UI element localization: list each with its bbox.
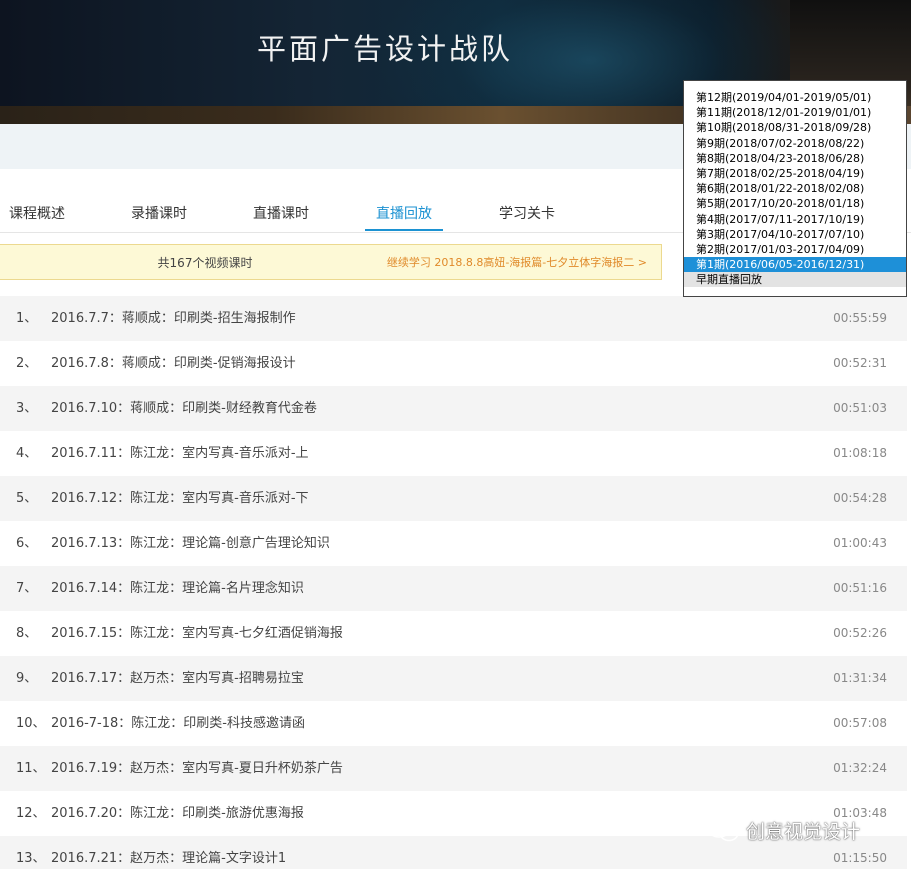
lesson-row[interactable]: 7、 2016.7.14：陈江龙：理论篇-名片理念知识 00:51:16 [0,566,907,611]
lesson-row[interactable]: 2、 2016.7.8：蒋顺成：印刷类-促销海报设计 00:52:31 [0,341,907,386]
wechat-watermark: 创意视觉设计 [706,814,860,846]
lesson-duration: 00:51:03 [833,401,887,415]
lesson-index: 3、 [16,401,38,416]
lesson-index: 1、 [16,311,38,326]
lesson-title[interactable]: 2016.7.15：陈江龙：室内写真-七夕红酒促销海报 [51,611,343,656]
period-select-dropdown[interactable]: 第12期(2019/04/01-2019/05/01) 第11期(2018/12… [683,80,907,297]
period-option[interactable]: 第5期(2017/10/20-2018/01/18) [684,196,906,211]
tab-live-lessons[interactable]: 直播课时 [244,196,318,231]
lesson-duration: 00:51:16 [833,581,887,595]
lesson-index: 6、 [16,536,38,551]
lesson-row[interactable]: 6、 2016.7.13：陈江龙：理论篇-创意广告理论知识 01:00:43 [0,521,907,566]
lesson-index: 2、 [16,356,38,371]
progress-notice: 共167个视频课时 继续学习 2018.8.8高妞-海报篇-七夕立体字海报二 > [0,244,662,280]
lesson-title[interactable]: 2016.7.20：陈江龙：印刷类-旅游优惠海报 [51,791,304,836]
lesson-index: 5、 [16,491,38,506]
lesson-duration: 00:52:26 [833,626,887,640]
period-option[interactable]: 第12期(2019/04/01-2019/05/01) [684,90,906,105]
period-option[interactable]: 第3期(2017/04/10-2017/07/10) [684,227,906,242]
lesson-title[interactable]: 2016.7.10：蒋顺成：印刷类-财经教育代金卷 [51,386,317,431]
period-option[interactable]: 第11期(2018/12/01-2019/01/01) [684,105,906,120]
tab-course-overview[interactable]: 课程概述 [0,196,74,231]
period-option-selected[interactable]: 第1期(2016/06/05-2016/12/31) [684,257,906,273]
period-option[interactable]: 第4期(2017/07/11-2017/10/19) [684,212,906,227]
lesson-duration: 00:54:28 [833,491,887,505]
tab-recorded-lessons[interactable]: 录播课时 [122,196,196,231]
lesson-row[interactable]: 10、 2016-7-18：陈江龙：印刷类-科技感邀请函 00:57:08 [0,701,907,746]
lesson-index: 9、 [16,671,38,686]
lesson-index: 13、 [16,851,46,866]
lesson-title[interactable]: 2016.7.7：蒋顺成：印刷类-招生海报制作 [51,296,296,341]
lesson-duration: 00:57:08 [833,716,887,730]
lesson-duration: 01:32:24 [833,761,887,775]
lesson-title[interactable]: 2016.7.8：蒋顺成：印刷类-促销海报设计 [51,341,296,386]
period-option[interactable]: 第8期(2018/04/23-2018/06/28) [684,151,906,166]
lesson-title[interactable]: 2016.7.13：陈江龙：理论篇-创意广告理论知识 [51,521,330,566]
lesson-row[interactable]: 9、 2016.7.17：赵万杰：室内写真-招聘易拉宝 01:31:34 [0,656,907,701]
lesson-row[interactable]: 5、 2016.7.12：陈江龙：室内写真-音乐派对-下 00:54:28 [0,476,907,521]
lesson-row[interactable]: 4、 2016.7.11：陈江龙：室内写真-音乐派对-上 01:08:18 [0,431,907,476]
lesson-list: 1、 2016.7.7：蒋顺成：印刷类-招生海报制作 00:55:59 2、 2… [0,296,907,869]
lesson-title[interactable]: 2016.7.19：赵万杰：室内写真-夏日升杯奶茶广告 [51,746,343,791]
lesson-index: 4、 [16,446,38,461]
lesson-index: 11、 [16,761,46,776]
lesson-index: 7、 [16,581,38,596]
period-option[interactable]: 第2期(2017/01/03-2017/04/09) [684,242,906,257]
wechat-icon [707,818,739,842]
lesson-title[interactable]: 2016.7.11：陈江龙：室内写真-音乐派对-上 [51,431,309,476]
lesson-title[interactable]: 2016.7.17：赵万杰：室内写真-招聘易拉宝 [51,656,304,701]
lesson-duration: 01:31:34 [833,671,887,685]
tab-live-replay[interactable]: 直播回放 [365,196,443,231]
lesson-row[interactable]: 11、 2016.7.19：赵万杰：室内写真-夏日升杯奶茶广告 01:32:24 [0,746,907,791]
lesson-duration: 00:55:59 [833,311,887,325]
lesson-row[interactable]: 1、 2016.7.7：蒋顺成：印刷类-招生海报制作 00:55:59 [0,296,907,341]
lesson-title[interactable]: 2016-7-18：陈江龙：印刷类-科技感邀请函 [51,701,305,746]
lesson-duration: 01:08:18 [833,446,887,460]
period-option[interactable]: 第9期(2018/07/02-2018/08/22) [684,136,906,151]
course-title: 平面广告设计战队 [256,32,513,66]
lesson-row[interactable]: 3、 2016.7.10：蒋顺成：印刷类-财经教育代金卷 00:51:03 [0,386,907,431]
period-option[interactable]: 第6期(2018/01/22-2018/02/08) [684,181,906,196]
lesson-title[interactable]: 2016.7.14：陈江龙：理论篇-名片理念知识 [51,566,304,611]
lesson-title[interactable]: 2016.7.21：赵万杰：理论篇-文字设计1 [51,836,286,869]
lesson-index: 10、 [16,716,46,731]
lesson-title[interactable]: 2016.7.12：陈江龙：室内写真-音乐派对-下 [51,476,309,521]
lesson-row[interactable]: 8、 2016.7.15：陈江龙：室内写真-七夕红酒促销海报 00:52:26 [0,611,907,656]
continue-learning-link[interactable]: 继续学习 2018.8.8高妞-海报篇-七夕立体字海报二 > [387,245,647,281]
lesson-index: 8、 [16,626,38,641]
lesson-duration: 01:00:43 [833,536,887,550]
watermark-text: 创意视觉设计 [746,820,861,843]
tab-study-levels[interactable]: 学习关卡 [490,196,564,231]
lesson-duration: 00:52:31 [833,356,887,370]
period-option[interactable]: 第7期(2018/02/25-2018/04/19) [684,166,906,181]
period-option[interactable]: 第10期(2018/08/31-2018/09/28) [684,120,906,135]
lesson-count: 共167个视频课时 [157,256,253,270]
lesson-index: 12、 [16,806,46,821]
period-option-early-replay[interactable]: 早期直播回放 [684,272,906,288]
page: 平面广告设计战队 课程概述 录播课时 直播课时 直播回放 学习关卡 共167个视… [0,0,911,869]
